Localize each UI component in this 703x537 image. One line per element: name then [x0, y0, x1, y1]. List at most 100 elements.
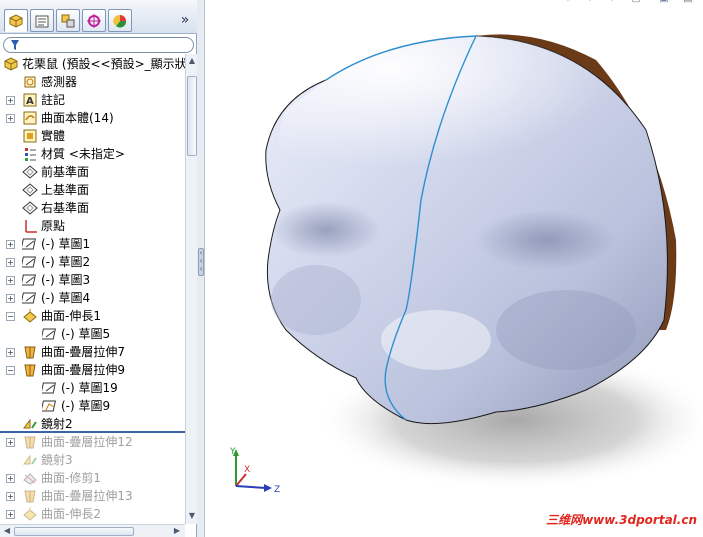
display-manager-icon	[113, 14, 127, 28]
tree-item[interactable]: − 曲面-疊層拉伸9	[0, 361, 185, 379]
tree-item[interactable]: + 曲面-疊層拉伸7	[0, 343, 185, 361]
tree-item[interactable]: + 曲面本體(14)	[0, 109, 185, 127]
tree-horizontal-scroll-thumb[interactable]	[14, 527, 134, 536]
tree-item-label: (-) 草圖3	[41, 273, 91, 287]
tree-item[interactable]: + (-) 草圖1	[0, 235, 185, 253]
tree-item-label: 曲面-疊層拉伸12	[41, 435, 133, 449]
dimxpert-icon	[87, 14, 101, 28]
reference-triad: Y X Z	[229, 447, 280, 495]
annotation-icon: A	[22, 92, 38, 108]
tree-item-label: 曲面-疊層拉伸9	[41, 363, 125, 377]
plane-icon	[22, 200, 38, 216]
tree-item-label: 曲面-伸長2	[41, 507, 101, 521]
tree-root-part[interactable]: 花栗鼠 (預設<<預設>_顯示狀	[0, 55, 185, 73]
tree-item-label: (-) 草圖4	[41, 291, 91, 305]
expand-icon[interactable]: +	[6, 294, 15, 303]
tree-item-label: 原點	[41, 219, 66, 233]
tree-item-label: (-) 草圖9	[61, 399, 111, 413]
panel-splitter[interactable]: ‹ ‹ ‹	[197, 0, 205, 537]
mirror-icon	[22, 416, 38, 432]
expand-icon[interactable]: +	[6, 474, 15, 483]
left-cheek-shade	[271, 265, 361, 335]
sketch-icon	[40, 380, 58, 396]
tree-item[interactable]: + (-) 草圖4	[0, 289, 185, 307]
tree-item[interactable]: + 曲面-伸長2	[0, 505, 185, 523]
tab-overflow-button[interactable]: »	[176, 11, 194, 29]
scroll-up-arrow-icon[interactable]: ▲	[187, 56, 197, 66]
collapse-icon[interactable]: −	[6, 312, 15, 321]
plane-icon	[22, 164, 38, 180]
rollback-bar[interactable]	[0, 431, 185, 433]
right-cheek-shade	[496, 290, 636, 370]
tree-item[interactable]: + 曲面-疊層拉伸12	[0, 433, 185, 451]
tree-horizontal-scrollbar[interactable]: ◀ ▶	[0, 524, 185, 537]
tree-item[interactable]: + (-) 草圖2	[0, 253, 185, 271]
tree-item-label: 鏡射2	[41, 417, 73, 431]
tree-item-label: 曲面-疊層拉伸13	[41, 489, 133, 503]
expand-icon[interactable]: +	[6, 240, 15, 249]
filter-icon	[11, 40, 19, 50]
expand-icon[interactable]: +	[6, 492, 15, 501]
expand-icon[interactable]: +	[6, 96, 15, 105]
tab-dimxpert-manager[interactable]	[82, 9, 106, 32]
tree-item-label: 曲面本體(14)	[41, 111, 114, 125]
expand-icon[interactable]: +	[6, 348, 15, 357]
sketch-icon	[20, 290, 38, 306]
tree-item-label: 曲面-修剪1	[41, 471, 101, 485]
tree-item[interactable]: 材質 <未指定>	[0, 145, 185, 163]
tree-item-label: 材質 <未指定>	[41, 147, 125, 161]
tree-item[interactable]: 上基準面	[0, 181, 185, 199]
expand-icon[interactable]: +	[6, 276, 15, 285]
tab-feature-manager[interactable]	[4, 9, 28, 32]
collapse-icon[interactable]: −	[6, 366, 15, 375]
feature-manager-panel: » 花栗鼠 (預設<<預設>_顯示狀感測器 + A 註記 + 曲面本體(14) 實體材質 <…	[0, 0, 197, 537]
splitter-collapse-handle-icon[interactable]: ‹ ‹ ‹	[198, 248, 204, 276]
nose-highlight	[381, 310, 491, 370]
tree-vertical-scrollbar[interactable]: ▲ ▼	[185, 54, 197, 524]
tree-vertical-scroll-thumb[interactable]	[187, 76, 197, 156]
tree-item[interactable]: 實體	[0, 127, 185, 145]
expand-icon[interactable]: +	[6, 438, 15, 447]
tree-item-label: 花栗鼠 (預設<<預設>_顯示狀	[22, 57, 185, 71]
tree-item[interactable]: + 曲面-修剪1	[0, 469, 185, 487]
scroll-left-arrow-icon[interactable]: ◀	[2, 526, 12, 536]
tree-item[interactable]: + (-) 草圖3	[0, 271, 185, 289]
surface-loft-icon	[22, 344, 38, 360]
tab-display-manager[interactable]	[108, 9, 132, 32]
tree-item[interactable]: 感測器	[0, 73, 185, 91]
tree-item-label: 鏡射3	[41, 453, 73, 467]
scroll-down-arrow-icon[interactable]: ▼	[187, 511, 197, 521]
sketch-icon	[40, 326, 58, 342]
tree-item[interactable]: 鏡射3	[0, 451, 185, 469]
tree-filter-input[interactable]	[3, 37, 194, 53]
surface-extrude-icon	[22, 308, 38, 324]
tree-item-label: 曲面-疊層拉伸7	[41, 345, 125, 359]
tree-item-label: 註記	[41, 93, 66, 107]
surface-extrude-icon	[22, 506, 38, 522]
tree-item[interactable]: + 曲面-疊層拉伸13	[0, 487, 185, 505]
tab-configuration-manager[interactable]	[56, 9, 80, 32]
tree-item[interactable]: (-) 草圖5	[0, 325, 185, 343]
tree-item[interactable]: (-) 草圖9	[0, 397, 185, 415]
tree-item[interactable]: + A 註記	[0, 91, 185, 109]
expand-icon[interactable]: +	[6, 510, 15, 519]
sketch-icon	[20, 272, 38, 288]
expand-icon[interactable]: +	[6, 114, 15, 123]
tab-property-manager[interactable]	[30, 9, 54, 32]
surface-bodies-icon	[22, 110, 38, 126]
tree-item-label: 曲面-伸長1	[41, 309, 101, 323]
manager-tab-bar: »	[0, 0, 197, 34]
tree-item[interactable]: 原點	[0, 217, 185, 235]
tree-item[interactable]: (-) 草圖19	[0, 379, 185, 397]
sketch-icon	[20, 236, 38, 252]
tree-item[interactable]: − 曲面-伸長1	[0, 307, 185, 325]
plane-icon	[22, 182, 38, 198]
left-eye-socket	[271, 202, 381, 258]
mirror-icon	[22, 452, 38, 468]
tree-item[interactable]: 右基準面	[0, 199, 185, 217]
scroll-right-arrow-icon[interactable]: ▶	[172, 526, 182, 536]
expand-icon[interactable]: +	[6, 258, 15, 267]
tree-item[interactable]: 前基準面	[0, 163, 185, 181]
surface-loft-icon	[22, 488, 38, 504]
graphics-viewport[interactable]: ⌕ ⌕ ⌕ ▢ ▣ ▤	[206, 0, 703, 537]
